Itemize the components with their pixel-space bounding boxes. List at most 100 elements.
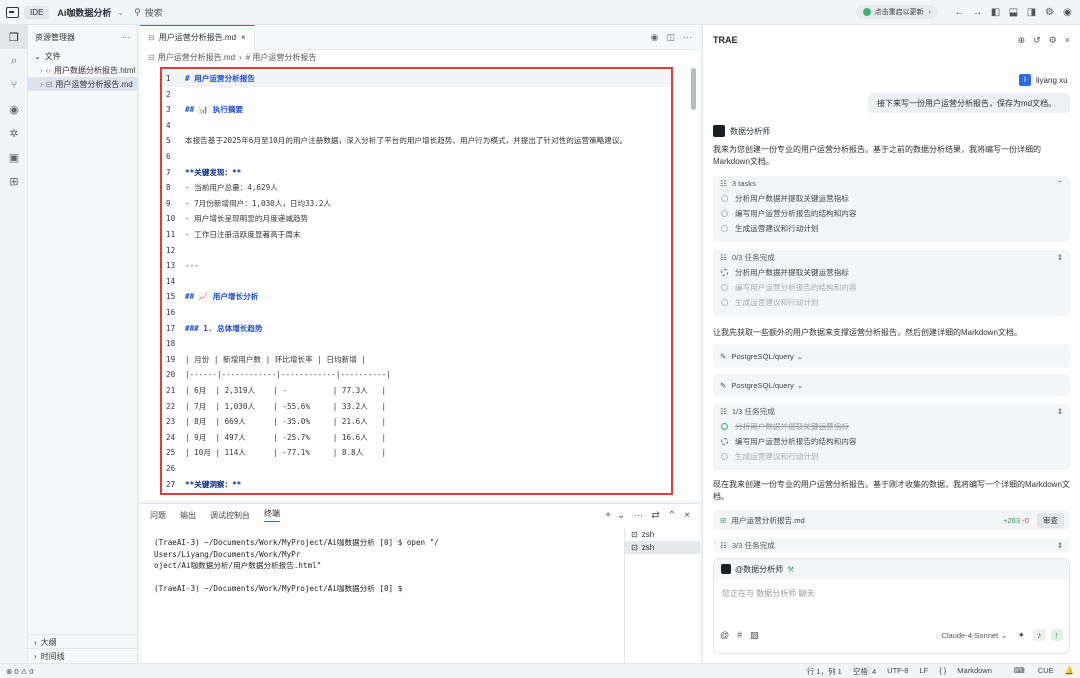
problems-count[interactable]: ⊗ 0 ⚠ 0 bbox=[6, 667, 34, 676]
more-icon[interactable]: ··· bbox=[633, 510, 643, 521]
close-icon[interactable]: × bbox=[241, 33, 246, 42]
search-box[interactable]: ⚲ 搜索 bbox=[134, 6, 163, 19]
braces-icon[interactable]: { } bbox=[939, 666, 946, 677]
remote-icon[interactable]: ▣ bbox=[0, 145, 28, 169]
history-icon[interactable]: ↺ bbox=[1033, 35, 1041, 46]
more-icon[interactable]: ··· bbox=[683, 32, 692, 43]
outline-section[interactable]: › 大纲 bbox=[28, 634, 138, 649]
microphone-icon[interactable]: ♪ bbox=[1033, 629, 1046, 641]
code-editor[interactable]: 1 # 用户运营分析报告 2 3 ## 📊 执行摘要 4 5 本报告基于2025年6月至10月… bbox=[160, 67, 673, 495]
sparkle-icon[interactable]: ✦ bbox=[1017, 630, 1025, 641]
code-line[interactable]: | 月份 | 新增用户数 | 环比增长率 | 日均新增 | bbox=[185, 352, 366, 368]
explorer-icon[interactable]: ❐ bbox=[0, 25, 28, 49]
collapse-icon[interactable]: ⌃ bbox=[668, 510, 676, 521]
code-line[interactable]: ### 1. 总体增长趋势 bbox=[185, 321, 263, 337]
settings-icon[interactable]: ⚙ bbox=[1049, 35, 1057, 46]
toggle-sidebar-icon[interactable]: ◧ bbox=[989, 7, 1002, 18]
code-line[interactable]: | 7月 | 1,030人 | -55.6% | 33.2人 | bbox=[185, 399, 386, 415]
terminal-item[interactable]: ⊡ zsh bbox=[625, 541, 700, 554]
image-icon[interactable]: ▨ bbox=[750, 630, 759, 641]
toggle-panel-icon[interactable]: ⬓ bbox=[1007, 7, 1020, 18]
source-control-icon[interactable]: ⑂ bbox=[0, 73, 28, 97]
task-card[interactable]: ☷ 3 tasks ⌃ 分析用户数据并提取关键运营指标 编写用户运营分析报告的结构和… bbox=[713, 176, 1070, 242]
code-line[interactable]: **关键洞察：** bbox=[185, 477, 241, 493]
line-ending[interactable]: LF bbox=[919, 666, 928, 677]
code-line[interactable]: - 7月份新增用户：1,030人，日均33.2人 bbox=[185, 196, 331, 212]
expand-icon[interactable]: ⇕ bbox=[1057, 407, 1063, 416]
cursor-position[interactable]: 行 1，列 1 bbox=[807, 666, 842, 677]
terminal-output[interactable]: (TraeAI-3) ~/Documents/Work/MyProject/Ai… bbox=[154, 537, 439, 595]
expand-icon[interactable]: ⇕ bbox=[1057, 541, 1063, 550]
split-editor-icon[interactable]: ◫ bbox=[666, 32, 675, 43]
breadcrumb-item[interactable]: # 用户运营分析报告 bbox=[246, 52, 317, 63]
file-change[interactable]: ⊞ 用户运营分析报告.md +263 -0 审查 bbox=[713, 510, 1070, 530]
debug-icon[interactable]: ✲ bbox=[0, 121, 28, 145]
tab-problems[interactable]: 问题 bbox=[150, 510, 166, 521]
code-line[interactable]: - 工作日注册活跃度显著高于周末 bbox=[185, 227, 300, 243]
settings-icon[interactable]: ⚙ bbox=[1043, 7, 1056, 18]
code-line[interactable]: | 6月 | 2,319人 | - | 77.3人 | bbox=[185, 383, 386, 399]
code-line[interactable]: ## 📈 用户增长分析 bbox=[185, 289, 258, 305]
extensions-icon[interactable]: ⊞ bbox=[0, 169, 28, 193]
new-chat-icon[interactable]: ⊕ bbox=[1018, 35, 1026, 46]
tool-call[interactable]: ✎ PostgreSQL/query ⌄ bbox=[713, 374, 1070, 396]
preview-icon[interactable]: ◉ bbox=[651, 32, 659, 43]
forward-arrow-icon[interactable]: → bbox=[971, 7, 984, 18]
account-icon[interactable]: ◉ bbox=[1061, 7, 1074, 18]
expand-icon[interactable]: ⇕ bbox=[1057, 253, 1063, 262]
cue-status[interactable]: ⌨ CUE bbox=[1003, 666, 1054, 677]
tab-terminal[interactable]: 终端 bbox=[264, 508, 280, 522]
search-view-icon[interactable]: ⌕ bbox=[0, 49, 28, 73]
tab-output[interactable]: 输出 bbox=[180, 510, 196, 521]
mention-icon[interactable]: @ bbox=[720, 630, 729, 640]
hash-icon[interactable]: # bbox=[737, 630, 742, 640]
code-line[interactable]: - 当前用户总量：4,629人 bbox=[185, 180, 278, 196]
editor-scrollbar[interactable] bbox=[691, 68, 696, 110]
folder-files[interactable]: ⌄ 文件 bbox=[28, 49, 137, 63]
breadcrumb-item[interactable]: 用户运营分析报告.md bbox=[158, 52, 235, 63]
model-select[interactable]: Claude-4-Sonnet ⌄ bbox=[941, 631, 1007, 640]
split-icon[interactable]: ⇄ bbox=[651, 510, 659, 521]
send-button[interactable]: ↑ bbox=[1050, 629, 1063, 641]
update-button[interactable]: 点击重启以更新 › bbox=[855, 5, 938, 19]
tool-call[interactable]: ✎ PostgreSQL/query ⌄ bbox=[713, 345, 1070, 367]
task-card[interactable]: ☷ 0/3 任务完成 ⇕ 分析用户数据并提取关键运营指标 编写用户运营分析报告的结构… bbox=[713, 250, 1070, 316]
language-mode[interactable]: Markdown bbox=[957, 666, 992, 677]
code-line[interactable]: ## 📊 执行摘要 bbox=[185, 102, 243, 118]
code-line[interactable]: |------|------------|------------|------… bbox=[185, 367, 391, 383]
close-icon[interactable]: × bbox=[684, 510, 690, 521]
chevron-down-icon[interactable]: ⌄ bbox=[117, 8, 124, 17]
task-card[interactable]: ☷ 3/3 任务完成 ⇕ bbox=[713, 539, 1070, 551]
agent-mention[interactable]: @数据分析师 bbox=[735, 564, 783, 575]
code-line[interactable]: --- bbox=[185, 258, 199, 274]
timeline-section[interactable]: › 时间线 bbox=[28, 648, 138, 663]
task-card[interactable]: ☷ 1/3 任务完成 ⇕ 分析用户数据并提取关键运营指标 编写用户运营分析报告的结构… bbox=[713, 404, 1070, 470]
file-html[interactable]: › ‹› 用户数据分析报告.html bbox=[28, 63, 137, 77]
code-line[interactable]: | 9月 | 497人 | -25.7% | 16.6人 | bbox=[185, 430, 386, 446]
review-button[interactable]: 审查 bbox=[1036, 512, 1064, 528]
code-line[interactable]: **关键发现：** bbox=[185, 165, 241, 181]
preview-icon[interactable]: ◉ bbox=[0, 97, 28, 121]
ide-mode-button[interactable]: IDE bbox=[24, 5, 50, 19]
encoding[interactable]: UTF-8 bbox=[887, 666, 908, 677]
back-arrow-icon[interactable]: ← bbox=[953, 7, 966, 18]
code-line[interactable]: | 10月 | 114人 | -77.1% | 8.8人 | bbox=[185, 445, 386, 461]
code-line[interactable]: # 用户运营分析报告 bbox=[185, 71, 255, 87]
code-line[interactable]: 本报告基于2025年6月至10月的用户注册数据，深入分析了平台的用户增长趋势、用… bbox=[185, 133, 627, 149]
notification-icon[interactable]: 🔔 bbox=[1065, 666, 1074, 677]
toggle-chat-icon[interactable]: ◨ bbox=[1025, 7, 1038, 18]
chevron-down-icon[interactable]: ⌄ bbox=[617, 510, 625, 521]
code-line[interactable]: | 8月 | 669人 | -35.0% | 21.6人 | bbox=[185, 414, 386, 430]
tab-debug-console[interactable]: 调试控制台 bbox=[210, 510, 250, 521]
code-line[interactable]: - 用户增长呈现明显的月度递减趋势 bbox=[185, 211, 308, 227]
tab-md[interactable]: ⊟ 用户运营分析报告.md × bbox=[140, 24, 255, 50]
add-terminal-icon[interactable]: + bbox=[605, 510, 611, 521]
project-name[interactable]: Ai咖数据分析 bbox=[57, 6, 111, 19]
code-line[interactable]: - 6月份是用户增长的高峰期，可能与产品发布或重大营销活动相关 bbox=[185, 492, 411, 493]
collapse-icon[interactable]: ⌃ bbox=[1057, 179, 1063, 188]
terminal-item[interactable]: ⊡ zsh bbox=[625, 528, 700, 541]
chat-input[interactable]: 您正在与 数据分析师 聊天 bbox=[714, 579, 1069, 629]
more-icon[interactable]: ··· bbox=[122, 33, 130, 42]
indentation[interactable]: 空格: 4 bbox=[853, 666, 876, 677]
close-icon[interactable]: × bbox=[1065, 35, 1070, 46]
